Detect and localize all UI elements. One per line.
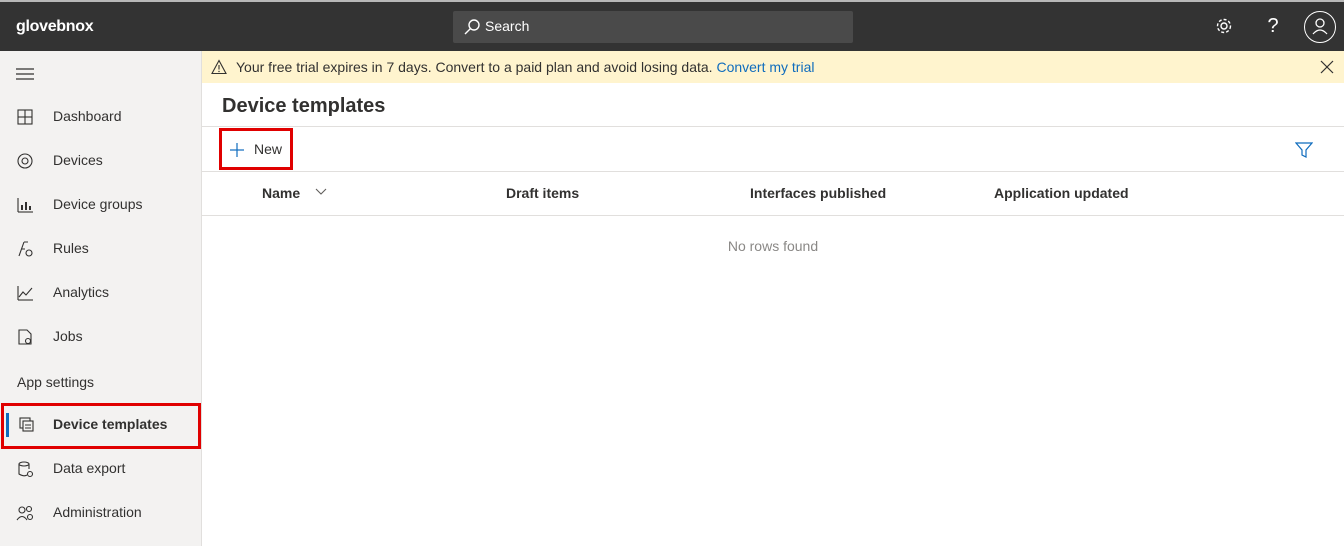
warning-icon (211, 59, 227, 75)
column-header-application-updated[interactable]: Application updated (994, 185, 1129, 201)
search-icon (464, 19, 480, 35)
app-brand[interactable]: glovebnox (16, 18, 94, 36)
sidebar-item-data-export[interactable]: Data export (0, 447, 201, 491)
close-icon[interactable] (1319, 59, 1335, 75)
avatar-icon (1312, 18, 1328, 35)
help-icon[interactable]: ? (1262, 15, 1284, 37)
devices-icon (17, 153, 33, 169)
device-templates-icon (19, 417, 34, 432)
avatar[interactable] (1304, 11, 1336, 43)
sidebar-item-label: Dashboard (53, 108, 122, 124)
table-header: Name Draft items Interfaces published Ap… (202, 172, 1344, 216)
active-indicator (6, 413, 9, 437)
plus-icon (230, 143, 244, 157)
new-button-label: New (254, 141, 283, 157)
sidebar-item-rules[interactable]: Rules (0, 227, 201, 271)
analytics-icon (17, 286, 33, 301)
top-bar: glovebnox Search ? (0, 0, 1344, 51)
chevron-down-icon[interactable] (315, 188, 327, 196)
device-groups-icon (17, 198, 33, 213)
data-export-icon (18, 461, 34, 478)
command-bar: New (202, 126, 1344, 172)
sidebar-item-devices[interactable]: Devices (0, 139, 201, 183)
page-title: Device templates (222, 95, 386, 117)
sidebar-section-app-settings: App settings (17, 374, 95, 390)
hamburger-menu-icon[interactable] (16, 67, 34, 81)
empty-state-message: No rows found (727, 238, 819, 254)
sidebar-item-device-templates[interactable]: Device templates (0, 403, 201, 447)
gear-icon[interactable] (1213, 15, 1235, 37)
administration-icon (16, 505, 34, 521)
sidebar-item-device-groups[interactable]: Device groups (0, 183, 201, 227)
column-header-draft-items[interactable]: Draft items (506, 185, 579, 201)
trial-banner: Your free trial expires in 7 days. Conve… (202, 51, 1344, 83)
jobs-icon (18, 329, 32, 345)
sidebar-item-label: Device groups (53, 196, 143, 212)
banner-message: Your free trial expires in 7 days. Conve… (236, 59, 713, 75)
sidebar: Dashboard Devices Device groups Rules An… (0, 51, 202, 546)
dashboard-icon (17, 109, 33, 125)
sidebar-item-label: Administration (53, 504, 142, 520)
rules-icon (18, 241, 33, 257)
sidebar-item-analytics[interactable]: Analytics (0, 271, 201, 315)
sidebar-item-label: Data export (53, 460, 126, 476)
sidebar-item-administration[interactable]: Administration (0, 491, 201, 535)
column-header-name[interactable]: Name (262, 185, 300, 201)
sidebar-item-label: Devices (53, 152, 103, 168)
convert-trial-link[interactable]: Convert my trial (716, 59, 814, 75)
sidebar-item-label: Device templates (53, 416, 168, 432)
sidebar-item-label: Analytics (53, 284, 110, 300)
filter-icon[interactable] (1295, 141, 1313, 159)
sidebar-item-dashboard[interactable]: Dashboard (0, 95, 201, 139)
sidebar-item-jobs[interactable]: Jobs (0, 315, 201, 359)
sidebar-item-label: Jobs (53, 328, 83, 344)
search-placeholder: Search (485, 18, 530, 34)
banner-message-row: Your free trial expires in 7 days. Conve… (236, 59, 814, 75)
search-box[interactable]: Search (453, 11, 853, 43)
sidebar-item-label: Rules (53, 240, 89, 256)
column-header-interfaces-published[interactable]: Interfaces published (750, 185, 886, 201)
